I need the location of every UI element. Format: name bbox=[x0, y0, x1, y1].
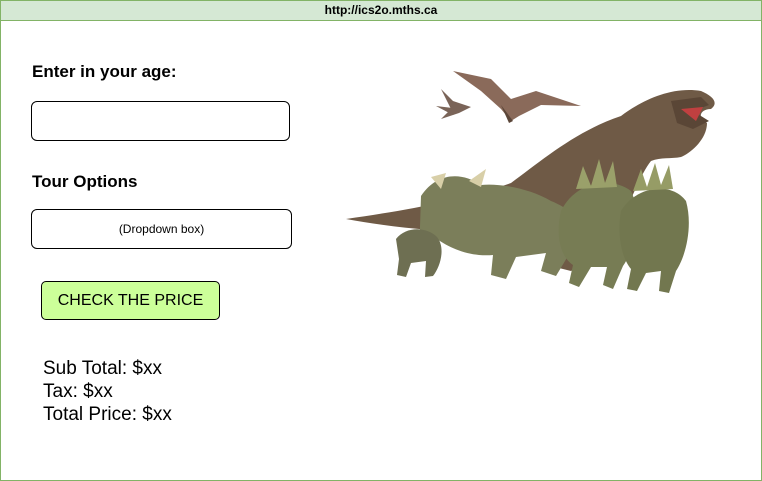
total-price-text: Total Price: $xx bbox=[43, 404, 172, 425]
age-label: Enter in your age: bbox=[32, 62, 177, 81]
baby-triceratops bbox=[396, 229, 442, 277]
app-frame: http://ics2o.mths.ca Enter in your age: … bbox=[0, 0, 762, 481]
tour-options-dropdown[interactable]: (Dropdown box) bbox=[31, 209, 292, 249]
dinosaurs-image bbox=[346, 71, 715, 293]
tax-text: Tax: $xx bbox=[43, 381, 113, 402]
price-summary: Sub Total: $xx Tax: $xx Total Price: $xx bbox=[43, 357, 172, 426]
check-price-button[interactable]: CHECK THE PRICE bbox=[41, 281, 220, 320]
age-input[interactable] bbox=[31, 101, 290, 141]
subtotal-text: Sub Total: $xx bbox=[43, 358, 163, 379]
pterosaur-small bbox=[436, 89, 471, 119]
url-bar[interactable]: http://ics2o.mths.ca bbox=[1, 1, 761, 21]
tour-options-label: Tour Options bbox=[32, 172, 138, 191]
pterosaur-large bbox=[453, 71, 581, 123]
